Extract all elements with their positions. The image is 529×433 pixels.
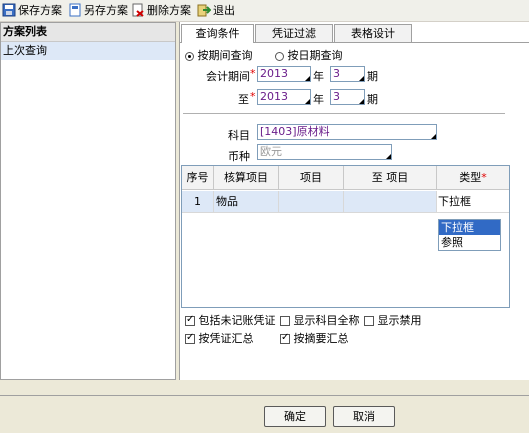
bottom-divider <box>0 395 529 396</box>
cell-type[interactable]: 下拉框 <box>437 191 509 213</box>
radio-by-period-dot <box>185 51 194 61</box>
dropdown-option-select[interactable]: 下拉框 <box>439 220 500 235</box>
period-required-mark: * <box>250 67 256 80</box>
show-disabled-box <box>364 316 374 326</box>
save-scheme-label: 保存方案 <box>18 4 62 17</box>
to-period-field[interactable]: 3 <box>330 89 365 105</box>
delete-icon <box>131 3 145 17</box>
cell-from[interactable] <box>279 191 344 213</box>
delete-scheme-button[interactable]: 删除方案 <box>131 2 191 18</box>
summary-by-digest-box <box>280 332 290 344</box>
scheme-list-item[interactable]: 上次查询 <box>1 42 175 60</box>
separator-line <box>183 113 505 114</box>
type-dropdown-list: 下拉框 参照 <box>438 219 501 251</box>
summary-by-voucher-checkbox[interactable]: 按凭证汇总 <box>185 330 254 346</box>
dropdown-option-reference[interactable]: 参照 <box>439 235 500 250</box>
cell-no[interactable]: 1 <box>182 191 214 213</box>
to-label: 至 <box>238 93 249 106</box>
currency-label: 币种 <box>228 150 250 163</box>
subject-label: 科目 <box>228 129 250 142</box>
currency-field[interactable]: 欧元 <box>257 144 392 160</box>
show-full-subject-checkbox[interactable]: 显示科目全称 <box>280 312 360 328</box>
subject-item-grid: 序号 核算项目 项目 至 项目 类型* 1 物品 下拉框 下拉框 参照 <box>181 165 510 308</box>
to-period-unit: 期 <box>367 93 378 106</box>
save-as-icon <box>68 3 82 17</box>
show-full-subject-label: 显示科目全称 <box>293 314 360 327</box>
from-year-unit: 年 <box>313 70 324 83</box>
radio-by-period[interactable]: 按期间查询 <box>185 47 253 63</box>
tab-voucher-filter[interactable]: 凭证过滤 <box>255 24 333 42</box>
column-header-from: 项目 <box>279 166 344 190</box>
cancel-button[interactable]: 取消 <box>333 406 395 427</box>
radio-by-period-label: 按期间查询 <box>197 49 253 62</box>
include-unposted-label: 包括未记账凭证 <box>198 314 276 327</box>
column-header-item: 核算项目 <box>214 166 279 190</box>
column-header-type-label: 类型 <box>459 171 482 184</box>
scheme-list-header: 方案列表 <box>1 23 175 42</box>
column-header-to: 至 项目 <box>344 166 437 190</box>
tab-query-conditions[interactable]: 查询条件 <box>181 24 254 43</box>
summary-by-digest-label: 按摘要汇总 <box>293 332 349 345</box>
save-as-scheme-button[interactable]: 另存方案 <box>68 2 128 18</box>
to-year-field[interactable]: 2013 <box>257 89 311 105</box>
to-year-unit: 年 <box>313 93 324 106</box>
show-disabled-checkbox[interactable]: 显示禁用 <box>364 312 422 328</box>
column-header-type: 类型* <box>437 166 509 190</box>
radio-by-date[interactable]: 按日期查询 <box>275 47 343 63</box>
delete-scheme-label: 删除方案 <box>147 4 191 17</box>
show-full-subject-box <box>280 316 290 326</box>
column-header-no: 序号 <box>182 166 214 190</box>
period-label: 会计期间 <box>206 70 250 83</box>
summary-by-voucher-label: 按凭证汇总 <box>198 332 254 345</box>
ok-button[interactable]: 确定 <box>264 406 326 427</box>
to-required-mark: * <box>250 90 256 103</box>
exit-label: 退出 <box>213 4 235 17</box>
type-required-mark: * <box>481 171 487 184</box>
cell-item[interactable]: 物品 <box>214 191 279 213</box>
include-unposted-checkbox[interactable]: 包括未记账凭证 <box>185 312 276 328</box>
scheme-list-panel: 方案列表 上次查询 <box>0 22 176 380</box>
include-unposted-box <box>185 314 195 326</box>
summary-by-digest-checkbox[interactable]: 按摘要汇总 <box>280 330 349 346</box>
show-disabled-label: 显示禁用 <box>377 314 422 327</box>
save-scheme-button[interactable]: 保存方案 <box>2 2 62 18</box>
from-period-unit: 期 <box>367 70 378 83</box>
summary-by-voucher-box <box>185 332 195 344</box>
exit-button[interactable]: 退出 <box>197 2 235 18</box>
radio-by-date-dot <box>275 51 284 61</box>
from-year-field[interactable]: 2013 <box>257 66 311 82</box>
radio-by-date-label: 按日期查询 <box>287 49 343 62</box>
cell-to[interactable] <box>344 191 437 213</box>
exit-icon <box>197 3 212 17</box>
tab-table-design[interactable]: 表格设计 <box>334 24 412 42</box>
save-as-scheme-label: 另存方案 <box>84 4 128 17</box>
subject-field[interactable]: [1403]原材料 <box>257 124 437 140</box>
save-icon <box>2 3 16 17</box>
from-period-field[interactable]: 3 <box>330 66 365 82</box>
